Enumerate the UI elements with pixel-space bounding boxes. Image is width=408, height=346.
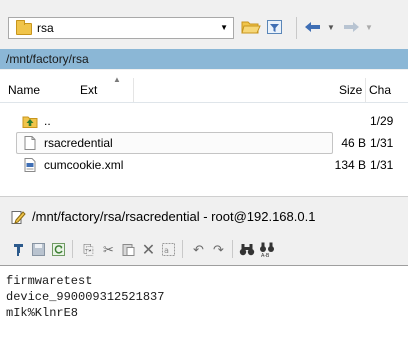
delete-icon: ✕ [141, 241, 156, 259]
chevron-down-icon[interactable]: ▼ [220, 23, 228, 32]
editor-toolbar: ⎘ ✂ ✕ a ↶ ↷ A-B [0, 235, 408, 263]
column-header: Name Ext ▲ Size Cha [0, 75, 408, 103]
save-close-button[interactable] [10, 241, 27, 258]
file-changed: 1/31 [370, 136, 394, 150]
back-arrow-icon [305, 22, 320, 32]
forward-arrow-icon [344, 22, 359, 32]
text-line: firmwaretest [6, 274, 93, 288]
sort-ascending-icon: ▲ [113, 75, 121, 84]
open-folder-icon [241, 21, 261, 34]
column-header-size[interactable]: Size [339, 83, 362, 97]
column-divider[interactable] [365, 78, 366, 102]
table-row[interactable]: .. 1/29 [0, 110, 408, 132]
redo-button[interactable]: ↷ [210, 241, 227, 258]
back-button[interactable] [302, 18, 324, 38]
toolbar-separator [72, 240, 73, 258]
pin-icon [14, 244, 23, 256]
folder-icon [16, 20, 32, 35]
table-row[interactable]: cumcookie.xml 134 B 1/31 [0, 154, 408, 176]
cut-button[interactable]: ✂ [100, 241, 117, 258]
editor-text-area[interactable]: firmwaretest device_990009312521837 mIk%… [0, 265, 408, 346]
column-header-changed[interactable]: Cha [369, 83, 391, 97]
undo-icon: ↶ [193, 241, 204, 257]
reload-button[interactable] [50, 241, 67, 258]
edit-document-icon [11, 211, 26, 224]
editor-window: /mnt/factory/rsa/rsacredential - root@19… [0, 196, 408, 346]
path-combo-value: rsa [37, 21, 54, 35]
parent-directory-icon [22, 116, 38, 128]
file-icon [24, 136, 36, 150]
breadcrumb[interactable]: /mnt/factory/rsa [0, 49, 408, 69]
select-all-icon: a [162, 243, 175, 256]
filter-button[interactable] [264, 18, 286, 38]
undo-button[interactable]: ↶ [190, 241, 207, 258]
forward-dropdown-icon[interactable]: ▼ [364, 18, 374, 38]
redo-icon: ↷ [213, 241, 224, 257]
svg-text:A-B: A-B [261, 253, 270, 257]
toolbar-separator [232, 240, 233, 258]
editor-title-text: /mnt/factory/rsa/rsacredential - root@19… [32, 209, 316, 224]
file-changed: 1/31 [370, 158, 394, 172]
delete-button[interactable]: ✕ [140, 241, 157, 259]
save-icon [32, 243, 45, 256]
filter-icon [267, 20, 282, 34]
find-replace-icon: A-B [259, 242, 274, 257]
paste-icon [122, 244, 135, 256]
table-row[interactable]: rsacredential 46 B 1/31 [0, 132, 408, 154]
file-name: .. [44, 114, 51, 128]
file-size: 134 B [334, 158, 366, 172]
column-header-ext[interactable]: Ext [80, 83, 97, 97]
save-button[interactable] [30, 241, 47, 258]
copy-button[interactable]: ⎘ [80, 241, 97, 258]
toolbar-separator [296, 17, 297, 39]
xml-file-icon [24, 158, 36, 172]
paste-button[interactable] [120, 241, 137, 258]
file-list[interactable]: Name Ext ▲ Size Cha .. 1/29 rsacredentia… [0, 70, 408, 196]
cut-icon: ✂ [103, 241, 114, 257]
file-changed: 1/29 [370, 114, 394, 128]
select-all-button[interactable]: a [160, 241, 177, 258]
open-folder-button[interactable] [240, 18, 262, 38]
toolbar-separator [182, 240, 183, 258]
text-line: mIk%KlnrE8 [6, 306, 79, 320]
file-size: 46 B [341, 136, 366, 150]
back-dropdown-icon[interactable]: ▼ [326, 18, 336, 38]
file-name: rsacredential [44, 136, 113, 150]
forward-button[interactable] [340, 18, 362, 38]
replace-button[interactable]: A-B [258, 241, 275, 258]
reload-icon [52, 243, 65, 256]
find-button[interactable] [238, 241, 255, 258]
file-name: cumcookie.xml [44, 158, 124, 172]
path-combo-box[interactable]: rsa ▼ [8, 17, 234, 39]
column-header-name[interactable]: Name [8, 83, 40, 97]
copy-icon: ⎘ [83, 241, 94, 257]
binoculars-icon [239, 244, 254, 256]
column-divider[interactable] [133, 78, 134, 102]
svg-text:a: a [164, 246, 169, 255]
text-line: device_990009312521837 [6, 290, 165, 304]
